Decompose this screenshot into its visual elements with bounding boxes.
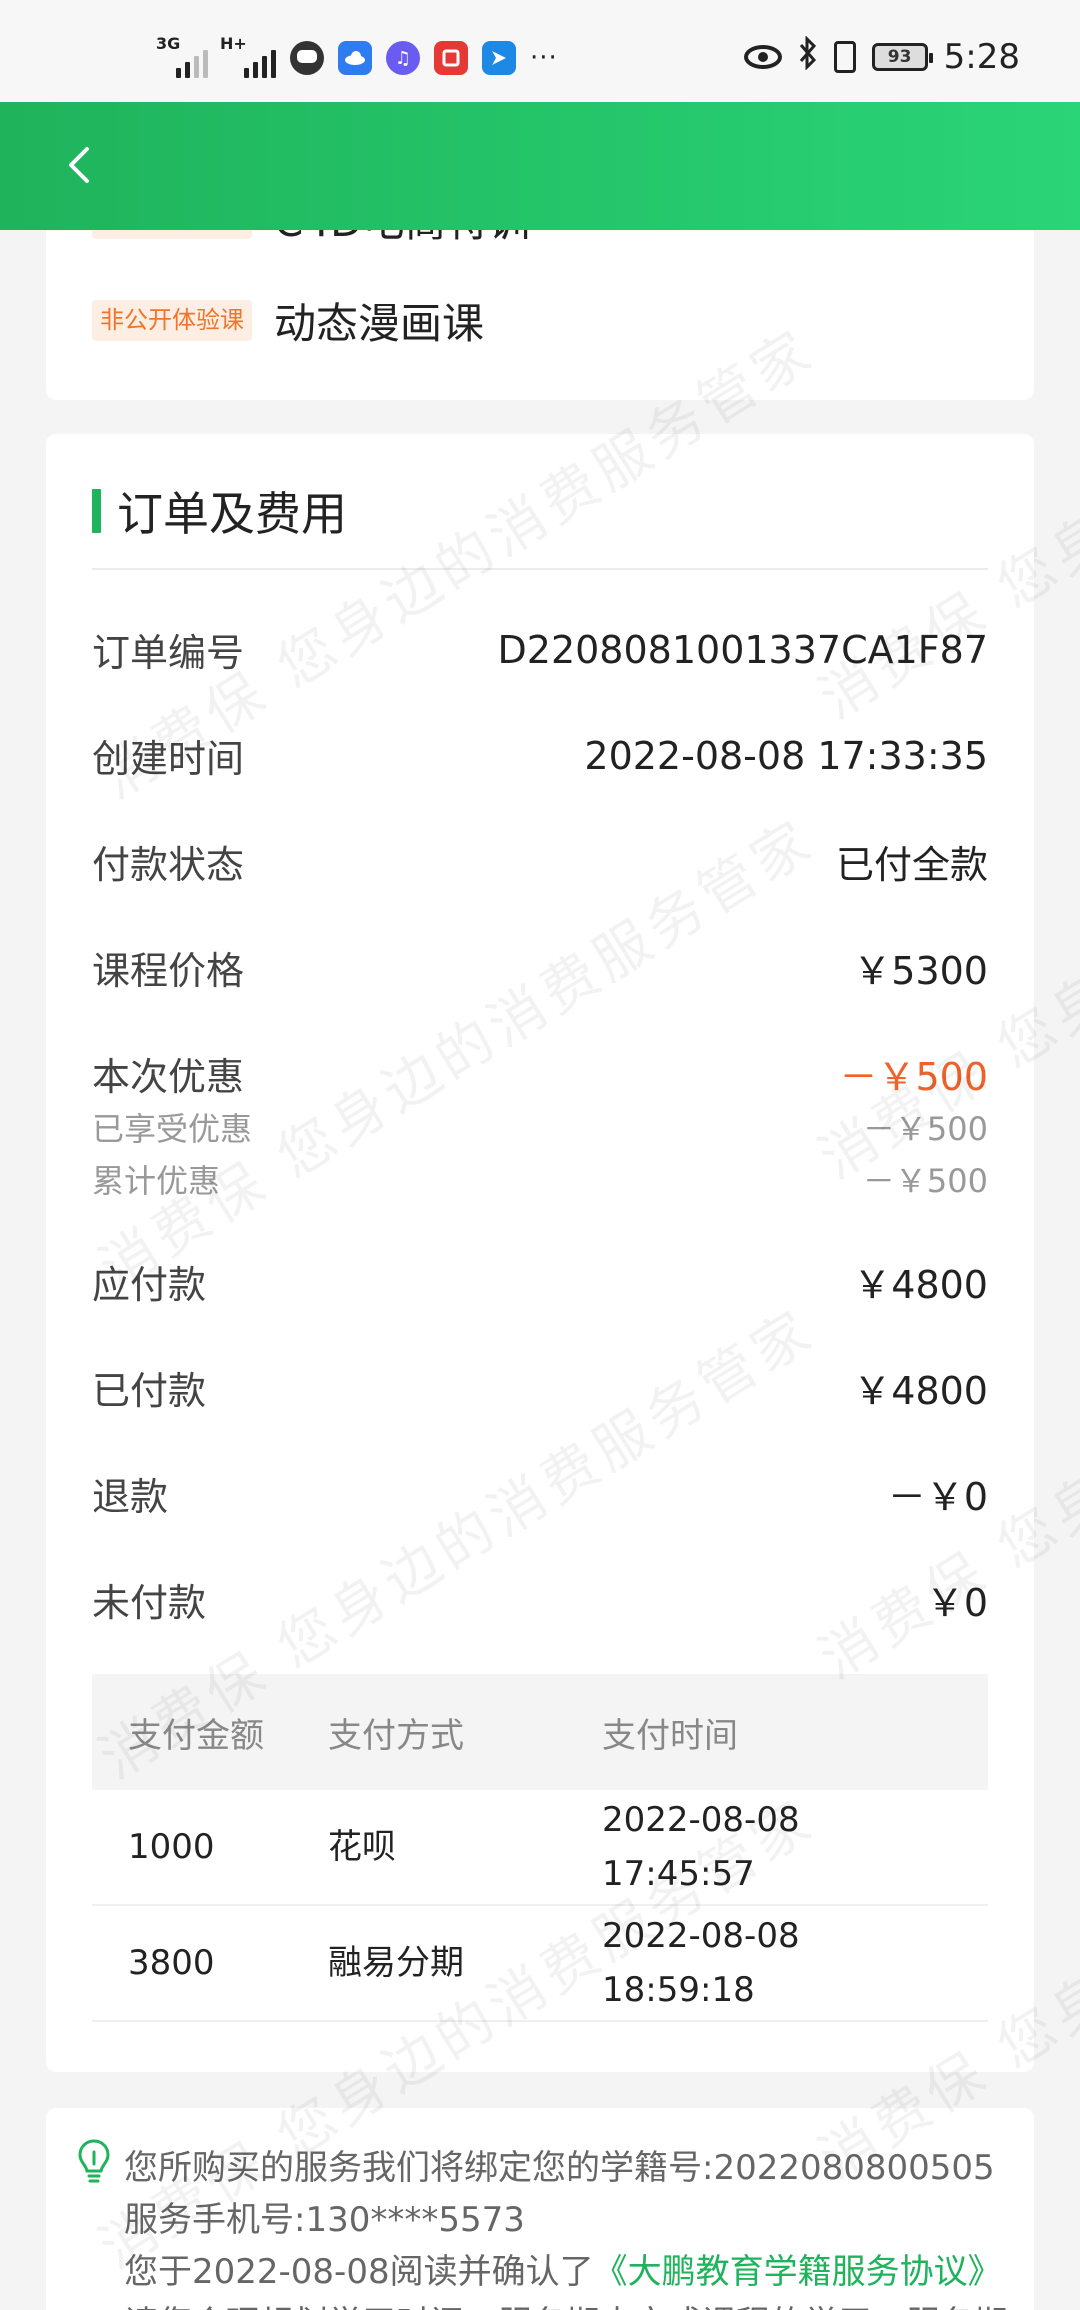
music-icon: ♫ xyxy=(386,41,420,75)
discount-row: 本次优惠 －￥500 xyxy=(92,1046,988,1101)
service-phone-text: 服务手机号:130****5573 xyxy=(124,2200,525,2240)
payable-label: 应付款 xyxy=(92,1263,207,1307)
clock: 5:28 xyxy=(943,37,1020,77)
order-number-label: 订单编号 xyxy=(92,631,245,675)
course-name: 动态漫画课 xyxy=(274,299,485,348)
total-discount-label: 累计优惠 xyxy=(92,1162,221,1200)
created-time-label: 创建时间 xyxy=(92,737,245,781)
column-header-method: 支付方式 xyxy=(328,1715,464,1756)
paid-row: 已付款 ￥4800 xyxy=(92,1360,988,1415)
section-title-text: 订单及费用 xyxy=(117,487,347,541)
refund-label: 退款 xyxy=(92,1475,169,1519)
payment-amount: 3800 xyxy=(128,1942,215,1983)
more-icon: ··· xyxy=(530,43,558,73)
price-value: ￥5300 xyxy=(853,949,988,993)
price-label: 课程价格 xyxy=(92,949,245,993)
unpaid-row: 未付款 ￥0 xyxy=(92,1572,988,1627)
lightbulb-icon xyxy=(76,2138,112,2186)
agreement-line: 您于2022-08-08阅读并确认了《大鹏教育学籍服务协议》 xyxy=(124,2246,1024,2298)
payment-date: 2022-08-08 xyxy=(602,1915,800,1956)
course-card: 非公开体验课 C4D电商特训 非公开体验课 动态漫画课 xyxy=(46,197,1034,400)
total-discount-row: 累计优惠 －￥500 xyxy=(92,1156,988,1202)
created-time-row: 创建时间 2022-08-08 17:33:35 xyxy=(92,728,988,783)
notice-text: 您所购买的服务我们将绑定您的学籍号:2022080800505 服务手机号:13… xyxy=(124,2142,1024,2310)
enjoyed-discount-value: －￥500 xyxy=(862,1110,988,1148)
status-right: 93 5:28 xyxy=(743,35,1020,78)
title-accent-bar xyxy=(92,489,101,533)
payment-time: 2022-08-08 17:45:57 xyxy=(602,1793,988,1902)
price-row: 课程价格 ￥5300 xyxy=(92,940,988,995)
unpaid-value: ￥0 xyxy=(925,1581,988,1625)
battery-icon: 93 xyxy=(871,43,933,71)
status-left: 3G H+ ♫ ··· xyxy=(156,34,558,78)
bluetooth-icon xyxy=(798,35,818,78)
order-card: 订单及费用 订单编号 D2208081001337CA1F87 创建时间 202… xyxy=(46,434,1034,2072)
book-icon xyxy=(434,41,468,75)
divider xyxy=(92,568,988,570)
payable-row: 应付款 ￥4800 xyxy=(92,1254,988,1309)
total-discount-value: －￥500 xyxy=(862,1162,988,1200)
course-tag: 非公开体验课 xyxy=(92,300,252,341)
refund-row: 退款 －￥0 xyxy=(92,1466,988,1521)
message-icon xyxy=(290,41,324,75)
pay-status-label: 付款状态 xyxy=(92,843,245,887)
table-row: 1000 花呗 2022-08-08 17:45:57 xyxy=(92,1790,988,1906)
pay-status-value: 已付全款 xyxy=(835,843,988,887)
payment-time: 2022-08-08 18:59:18 xyxy=(602,1909,988,2018)
payment-date: 2022-08-08 xyxy=(602,1799,800,1840)
status-bar: 3G H+ ♫ ··· 93 5:28 xyxy=(0,0,1080,102)
section-title: 订单及费用 xyxy=(92,478,347,544)
table-header: 支付金额 支付方式 支付时间 xyxy=(92,1674,988,1790)
agreement-prefix: 您于2022-08-08阅读并确认了 xyxy=(124,2252,594,2292)
payment-amount: 1000 xyxy=(128,1826,215,1867)
agreement-link[interactable]: 《大鹏教育学籍服务协议》 xyxy=(594,2252,1002,2292)
paid-label: 已付款 xyxy=(92,1369,207,1413)
network-type-label: 3G xyxy=(156,34,181,53)
notice-card: 您所购买的服务我们将绑定您的学籍号:2022080800505 服务手机号:13… xyxy=(46,2108,1034,2310)
enjoyed-discount-label: 已享受优惠 xyxy=(92,1110,253,1148)
chevron-left-icon[interactable] xyxy=(56,142,102,188)
payment-method: 花呗 xyxy=(328,1826,396,1867)
enjoyed-discount-row: 已享受优惠 －￥500 xyxy=(92,1104,988,1150)
order-number-row: 订单编号 D2208081001337CA1F87 xyxy=(92,622,988,677)
student-id-text: 您所购买的服务我们将绑定您的学籍号:2022080800505 xyxy=(124,2148,995,2188)
pay-status-row: 付款状态 已付全款 xyxy=(92,834,988,889)
created-time-value: 2022-08-08 17:33:35 xyxy=(584,733,988,778)
refund-value: －￥0 xyxy=(887,1475,988,1519)
study-plan-text: 请您合理规划学习时间，服务期内完成课程的学习，服务期 xyxy=(124,2298,1024,2310)
discount-label: 本次优惠 xyxy=(92,1055,245,1099)
bird-app-icon xyxy=(482,41,516,75)
order-number-value: D2208081001337CA1F87 xyxy=(497,627,988,672)
eye-icon xyxy=(743,45,782,69)
payable-value: ￥4800 xyxy=(853,1263,988,1307)
payment-clock: 18:59:18 xyxy=(602,1970,755,2010)
signal-icon: H+ xyxy=(220,34,276,78)
nav-bar xyxy=(0,102,1080,230)
cloud-icon xyxy=(338,41,372,75)
course-item: 非公开体验课 动态漫画课 xyxy=(92,290,484,351)
column-header-amount: 支付金额 xyxy=(128,1715,264,1756)
payment-table: 支付金额 支付方式 支付时间 1000 花呗 2022-08-08 17:45:… xyxy=(92,1674,988,2022)
payment-method: 融易分期 xyxy=(328,1942,464,1983)
network-type-label: H+ xyxy=(220,34,247,53)
discount-value: －￥500 xyxy=(839,1055,988,1099)
table-row: 3800 融易分期 2022-08-08 18:59:18 xyxy=(92,1906,988,2022)
battery-level: 93 xyxy=(887,47,912,67)
unpaid-label: 未付款 xyxy=(92,1581,207,1625)
column-header-time: 支付时间 xyxy=(602,1715,738,1756)
vibrate-icon xyxy=(833,41,856,73)
paid-value: ￥4800 xyxy=(853,1369,988,1413)
signal-icon: 3G xyxy=(156,34,208,78)
payment-clock: 17:45:57 xyxy=(602,1854,755,1894)
